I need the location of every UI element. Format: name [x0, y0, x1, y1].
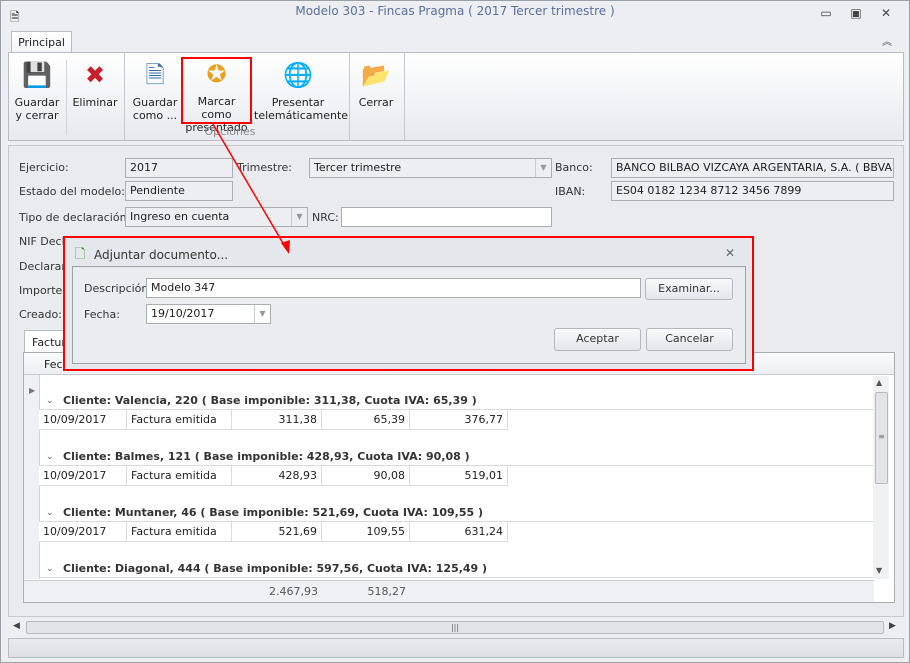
annotation-arrow [212, 123, 290, 254]
